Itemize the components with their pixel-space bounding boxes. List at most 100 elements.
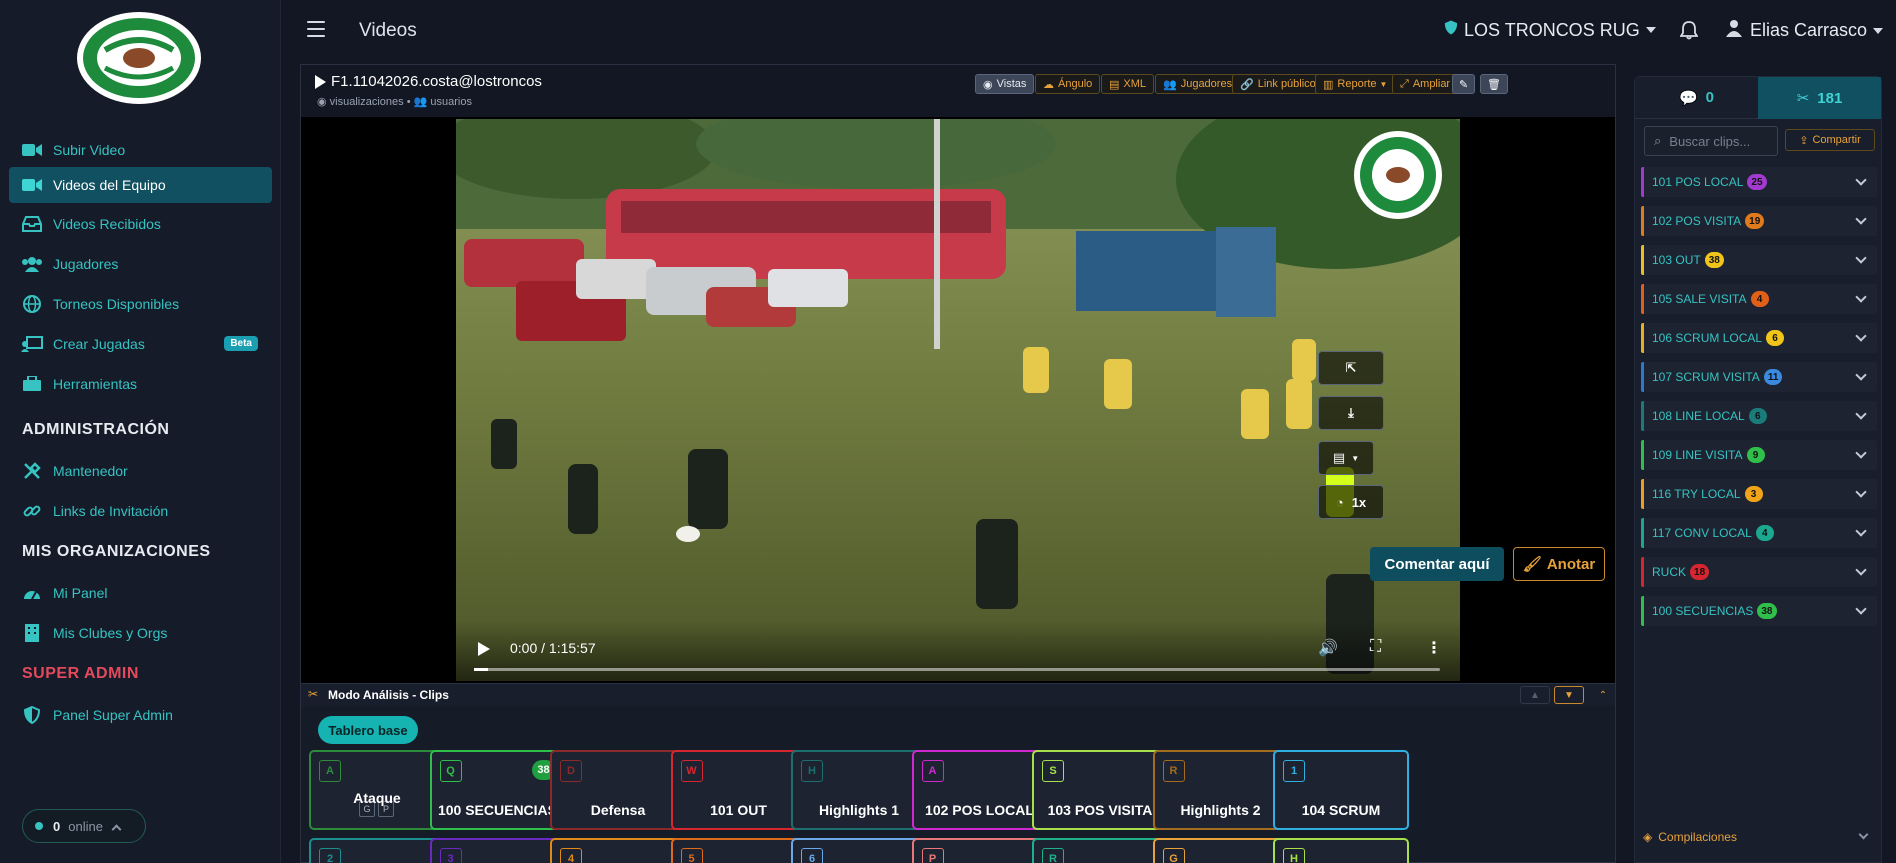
file-dropdown-button[interactable]: ▤ ▼ [1318, 441, 1374, 475]
open-external-button[interactable]: ⇱ [1318, 351, 1384, 385]
clip-label: Ataque [353, 790, 401, 806]
sidebar-item-crear-jugadas[interactable]: Crear Jugadas Beta [9, 326, 272, 362]
clip-button[interactable]: P [911, 838, 1048, 863]
fullscreen-icon[interactable]: ⛶ [1370, 638, 1381, 656]
clip-button[interactable]: R [1032, 838, 1168, 863]
chevron-down-icon[interactable] [1855, 252, 1867, 264]
annotate-button[interactable]: 🖌 Anotar [1513, 547, 1605, 581]
chevron-down-icon[interactable] [1855, 330, 1867, 342]
notifications-bell-icon[interactable] [1679, 20, 1699, 45]
download-button[interactable]: ⤓ [1318, 396, 1384, 430]
sidebar-item-mis-clubes[interactable]: Mis Clubes y Orgs [9, 615, 272, 651]
clip-category-item[interactable]: 108 LINE LOCAL 6 [1641, 401, 1877, 431]
user-dropdown[interactable]: Elias Carrasco [1726, 19, 1884, 42]
delete-button[interactable]: 🗑 [1480, 74, 1508, 94]
clip-button[interactable]: S 103 POS VISITA [1032, 750, 1168, 830]
chevron-down-icon[interactable] [1855, 564, 1867, 576]
more-options-icon[interactable]: ⋮ [1426, 638, 1442, 658]
shield-icon [21, 706, 43, 724]
users-icon [21, 255, 43, 273]
clip-hotkey: 4 [560, 848, 582, 863]
clip-button[interactable]: A 102 POS LOCAL [911, 750, 1048, 830]
sidebar-item-videos-del-equipo[interactable]: Videos del Equipo [9, 167, 272, 203]
clip-label: 101 OUT [710, 802, 767, 818]
jugadores-button[interactable]: 👥 Jugadores [1155, 74, 1241, 94]
vistas-button[interactable]: ◉ Vistas [975, 74, 1035, 94]
search-clips-input[interactable]: ⌕ Buscar clips... [1644, 126, 1778, 156]
angulo-label: Ángulo [1058, 78, 1093, 90]
chevron-down-icon[interactable] [1855, 291, 1867, 303]
chevron-down-icon[interactable] [1855, 525, 1867, 537]
hamburger-menu-icon[interactable] [307, 21, 325, 37]
clip-category-item[interactable]: 101 POS LOCAL 25 [1641, 167, 1877, 197]
online-status-button[interactable]: 0 online [22, 809, 146, 843]
clip-button[interactable]: D Defensa [550, 750, 686, 830]
sidebar-item-mi-panel[interactable]: Mi Panel [9, 575, 272, 611]
clips-panel: 💬 0 ✂ 181 ⌕ Buscar clips... ⇪ Compartir 101… [1634, 76, 1882, 863]
xml-button[interactable]: ▤ XML [1101, 74, 1155, 94]
angulo-button[interactable]: ☁ Ángulo [1035, 74, 1101, 94]
compilations-toggle[interactable]: ◈ Compilaciones [1643, 830, 1737, 844]
club-logo[interactable] [75, 10, 203, 106]
clip-button[interactable]: Q 38 100 SECUENCIAS [429, 750, 566, 830]
chevron-down-icon[interactable] [1855, 369, 1867, 381]
sidebar-item-links-invitacion[interactable]: Links de Invitación [9, 493, 272, 529]
clip-category-item[interactable]: RUCK 18 [1641, 557, 1877, 587]
clip-button[interactable]: 4 [550, 838, 686, 863]
sidebar-item-mantenedor[interactable]: Mantenedor [9, 453, 272, 489]
playback-speed-button[interactable]: ◔ 1x [1318, 485, 1384, 519]
clip-button[interactable]: 6 [791, 838, 927, 863]
tablero-base-button[interactable]: Tablero base [318, 716, 418, 744]
edit-button[interactable]: ✎ [1452, 74, 1476, 94]
clip-button[interactable]: 1 104 SCRUM [1273, 750, 1409, 830]
clip-category-item[interactable]: 103 OUT 38 [1641, 245, 1877, 275]
clip-button[interactable]: 3 [429, 838, 566, 863]
clip-button[interactable]: 5 [670, 838, 807, 863]
clip-button[interactable]: H Highlights 1 [791, 750, 927, 830]
video-player[interactable]: 0:00 / 1:15:57 🔊 ⛶ ⋮ [456, 119, 1460, 681]
club-dropdown[interactable]: LOS TRONCOS RUG [1444, 19, 1656, 41]
clip-category-item[interactable]: 106 SCRUM LOCAL 6 [1641, 323, 1877, 353]
comment-here-button[interactable]: Comentar aquí [1370, 547, 1504, 581]
chevron-down-icon[interactable] [1855, 174, 1867, 186]
ampliar-button[interactable]: ⤢ Ampliar [1392, 74, 1459, 94]
clip-category-item[interactable]: 107 SCRUM VISITA 11 [1641, 362, 1877, 392]
chevron-down-icon[interactable] [1855, 213, 1867, 225]
sidebar-item-torneos-disponibles[interactable]: Torneos Disponibles [9, 286, 272, 322]
chevron-down-icon[interactable] [1855, 408, 1867, 420]
tab-comments[interactable]: 💬 0 [1635, 77, 1758, 119]
clip-label: 102 POS LOCAL [925, 802, 1034, 818]
chevron-down-icon[interactable] [1858, 829, 1869, 840]
video-progress-bar[interactable] [474, 668, 1440, 671]
clip-category-item[interactable]: 116 TRY LOCAL 3 [1641, 479, 1877, 509]
tab-clips[interactable]: ✂ 181 [1758, 77, 1881, 119]
clip-category-item[interactable]: 109 LINE VISITA 9 [1641, 440, 1877, 470]
sidebar-item-subir-video[interactable]: Subir Video [9, 132, 272, 168]
chevron-down-icon[interactable] [1855, 603, 1867, 615]
clip-hotkey: A [319, 760, 341, 782]
clip-button[interactable]: A G P Ataque [309, 750, 445, 830]
clip-category-item[interactable]: 102 POS VISITA 19 [1641, 206, 1877, 236]
sidebar-item-panel-super-admin[interactable]: Panel Super Admin [9, 697, 272, 733]
scroll-up-button[interactable]: ▲ [1520, 686, 1550, 704]
clip-button[interactable]: H [1273, 838, 1409, 863]
clip-button[interactable]: G [1152, 838, 1289, 863]
scroll-down-button[interactable]: ▼ [1554, 686, 1584, 704]
chevron-down-icon[interactable] [1855, 486, 1867, 498]
share-button[interactable]: ⇪ Compartir [1785, 129, 1875, 151]
reporte-dropdown[interactable]: ▥ Reporte ▼ [1315, 74, 1396, 94]
volume-icon[interactable]: 🔊 [1318, 638, 1338, 658]
clip-category-item[interactable]: 100 SECUENCIAS 38 [1641, 596, 1877, 626]
clip-category-item[interactable]: 105 SALE VISITA 4 [1641, 284, 1877, 314]
clip-button[interactable]: W 101 OUT [670, 750, 807, 830]
collapse-panel-button[interactable]: ⌃ [1588, 686, 1618, 704]
play-button[interactable] [478, 642, 490, 656]
clip-category-item[interactable]: 117 CONV LOCAL 4 [1641, 518, 1877, 548]
clip-button[interactable]: 2 [309, 838, 445, 863]
sidebar-item-videos-recibidos[interactable]: Videos Recibidos [9, 206, 272, 242]
link-publico-button[interactable]: 🔗 Link público [1232, 74, 1324, 94]
sidebar-item-herramientas[interactable]: Herramientas [9, 366, 272, 402]
sidebar-item-jugadores[interactable]: Jugadores [9, 246, 272, 282]
chevron-down-icon[interactable] [1855, 447, 1867, 459]
clip-button[interactable]: R Highlights 2 [1152, 750, 1289, 830]
